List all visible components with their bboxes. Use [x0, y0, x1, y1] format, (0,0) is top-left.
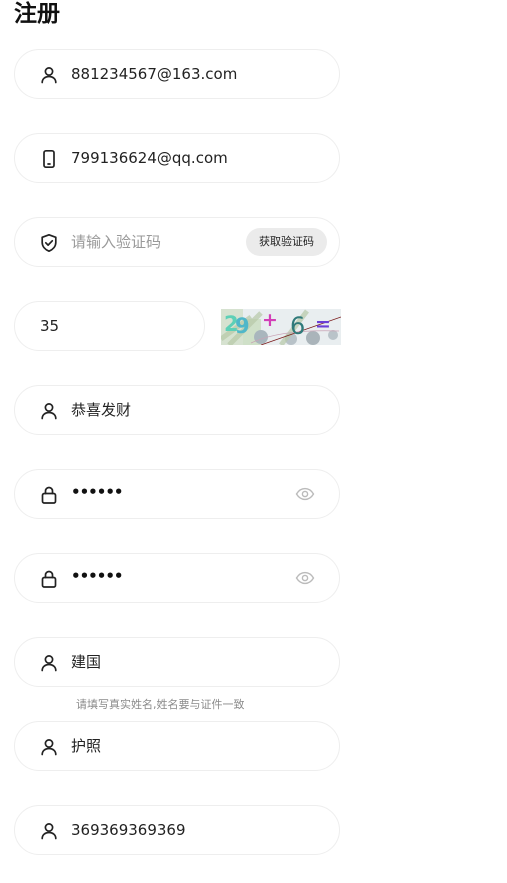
- shield-check-icon: [39, 233, 59, 253]
- user-icon: [39, 653, 59, 673]
- nickname-value: 恭喜发财: [71, 401, 132, 419]
- captcha-image[interactable]: 2 9 + 6 =: [221, 309, 341, 345]
- register-page: 注册 881234567@163.com 799136624@qq.com 请输…: [0, 0, 507, 883]
- real-name-field[interactable]: 建国: [14, 637, 340, 687]
- real-name-hint: 请填写真实姓名,姓名要与证件一致: [76, 698, 245, 711]
- nickname-field[interactable]: 恭喜发财: [14, 385, 340, 435]
- get-code-button[interactable]: 获取验证码: [246, 228, 327, 256]
- username-value: 881234567@163.com: [71, 65, 238, 83]
- user-icon: [39, 821, 59, 841]
- captcha-glyph-9: 9: [235, 314, 250, 338]
- user-icon: [39, 65, 59, 85]
- id-number-field[interactable]: 369369369369: [14, 805, 340, 855]
- real-name-value: 建国: [71, 653, 102, 671]
- id-type-value: 护照: [71, 737, 102, 755]
- captcha-value: 35: [40, 317, 60, 335]
- user-icon: [39, 401, 59, 421]
- lock-icon: [39, 569, 59, 589]
- page-title: 注册: [14, 1, 60, 27]
- lock-icon: [39, 485, 59, 505]
- confirm-password-value: ••••••: [71, 567, 124, 585]
- user-icon: [39, 737, 59, 757]
- phone-icon: [39, 149, 59, 169]
- phone-field[interactable]: 799136624@qq.com: [14, 133, 340, 183]
- password-field[interactable]: ••••••: [14, 469, 340, 519]
- username-field[interactable]: 881234567@163.com: [14, 49, 340, 99]
- confirm-password-field[interactable]: ••••••: [14, 553, 340, 603]
- captcha-glyph-plus: +: [262, 309, 278, 331]
- eye-icon[interactable]: [295, 486, 315, 502]
- captcha-field[interactable]: 35: [14, 301, 205, 351]
- captcha-glyph-equals: =: [315, 313, 331, 335]
- verify-code-field[interactable]: 请输入验证码 获取验证码: [14, 217, 340, 267]
- id-type-field[interactable]: 护照: [14, 721, 340, 771]
- eye-icon[interactable]: [295, 570, 315, 586]
- id-number-value: 369369369369: [71, 821, 186, 839]
- password-value: ••••••: [71, 483, 124, 501]
- verify-code-input[interactable]: 请输入验证码: [71, 232, 161, 252]
- captcha-glyph-6: 6: [290, 312, 305, 340]
- phone-value: 799136624@qq.com: [71, 149, 228, 167]
